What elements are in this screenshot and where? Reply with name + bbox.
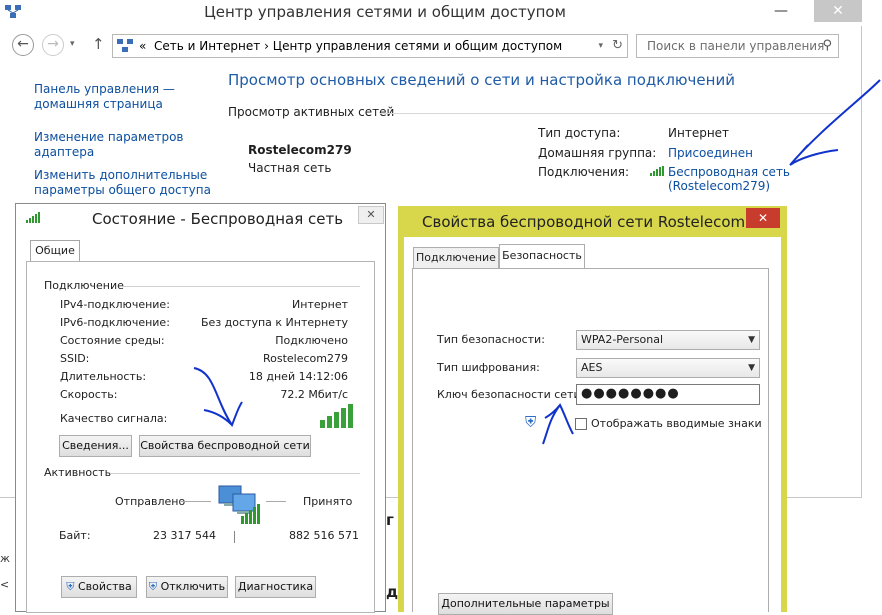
annotation-arrow <box>542 403 574 445</box>
annotation-arrow <box>193 367 243 428</box>
annotation-arrow <box>789 79 881 166</box>
annotation-overlay <box>193 79 881 445</box>
